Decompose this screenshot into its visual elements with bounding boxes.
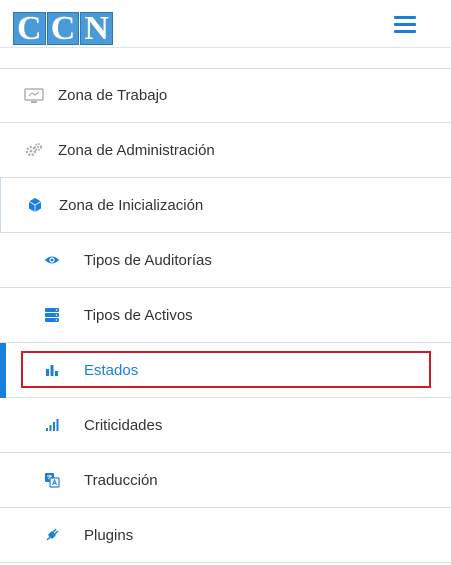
submenu-item-plugins[interactable]: Plugins — [0, 508, 451, 563]
translate-icon — [42, 470, 62, 490]
menu-item-label: Zona de Trabajo — [58, 87, 168, 104]
submenu-item-label: Tipos de Auditorías — [84, 251, 212, 269]
active-indicator — [0, 343, 6, 398]
top-bar: C C N — [0, 0, 451, 48]
logo-letter: N — [80, 11, 114, 45]
menu-item-label: Zona de Administración — [58, 141, 215, 159]
menu-item-zona-inicializacion[interactable]: Zona de Inicialización — [0, 178, 451, 233]
submenu-item-label: Tipos de Activos — [84, 306, 193, 324]
submenu-item-label: Plugins — [84, 526, 134, 544]
submenu-item-estados[interactable]: Estados — [0, 343, 451, 398]
plug-icon — [42, 525, 62, 545]
submenu-item-label: Traducción — [84, 471, 158, 489]
submenu-item-criticidades[interactable]: Criticidades — [0, 398, 451, 453]
server-icon — [42, 305, 62, 325]
eye-icon — [42, 250, 62, 270]
submenu-item-label: Criticidades — [84, 416, 163, 434]
gears-icon — [24, 140, 44, 160]
selection-highlight — [21, 351, 431, 388]
menu-item-label: Zona de Inicialización — [59, 196, 204, 214]
menu-item-zona-administracion[interactable]: Zona de Administración — [0, 123, 451, 178]
ccn-logo[interactable]: C C N — [13, 11, 114, 45]
hamburger-menu-icon[interactable] — [394, 14, 416, 34]
menu-item-zona-trabajo[interactable]: Zona de Trabajo — [0, 68, 451, 123]
signal-bars-icon — [42, 415, 62, 435]
submenu-item-traduccion[interactable]: Traducción — [0, 453, 451, 508]
sidebar-menu: Zona de Trabajo Zona de Administración Z… — [0, 68, 451, 563]
monitor-icon — [24, 86, 44, 106]
logo-letter: C — [46, 11, 80, 45]
submenu-item-tipos-activos[interactable]: Tipos de Activos — [0, 288, 451, 343]
submenu-item-tipos-auditorias[interactable]: Tipos de Auditorías — [0, 233, 451, 288]
cube-icon — [25, 195, 45, 215]
logo-letter: C — [13, 11, 46, 45]
